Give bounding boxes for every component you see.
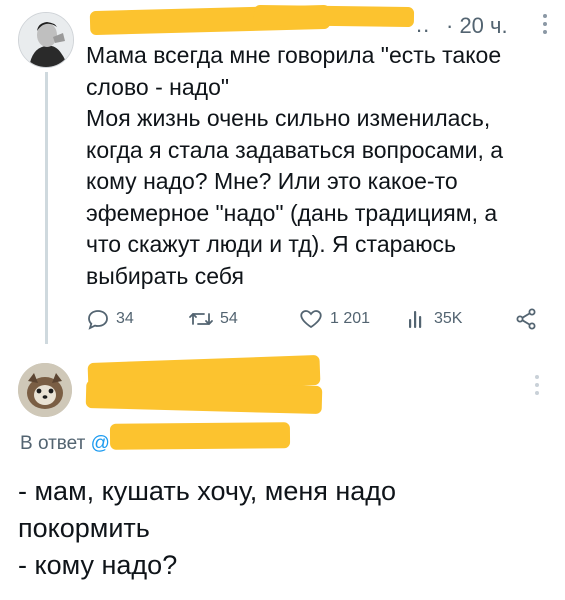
retweet-icon (189, 313, 213, 325)
tweet-text-line: Мама всегда мне говорила "есть такое (86, 42, 502, 68)
tweet-header: .. · 20 ч. (86, 4, 556, 40)
tweet-text-line: выбирать себя (86, 262, 244, 289)
more-icon[interactable] (542, 14, 548, 36)
reply-to-label: В ответ (20, 433, 86, 454)
like-button[interactable]: 1 201 (298, 305, 370, 333)
like-count: 1 201 (330, 310, 371, 327)
tweet-text-line: Моя жизнь очень сильно изменилась, (86, 105, 491, 131)
reply-count: 34 (116, 310, 134, 327)
tweet-text-line: слово - надо" (86, 73, 230, 100)
tweet-timestamp[interactable]: · 20 ч. (446, 13, 508, 39)
like-icon (300, 310, 322, 329)
views-icon (409, 311, 422, 328)
reply-text-line: - мам, кушать хочу, меня надо (18, 476, 397, 506)
reply-to-line: В ответ @ (20, 433, 110, 455)
tweet-text-line: эфемерное "надо" (дань традициям, а (86, 199, 498, 226)
reply-text-line: покормить (18, 513, 150, 543)
author-handle-tail: .. (416, 12, 431, 37)
reply-text: - мам, кушать хочу, меня надо покормить … (18, 473, 548, 584)
author-avatar[interactable] (18, 12, 74, 68)
tweet[interactable]: .. · 20 ч. Мама всегда мне говорила "ест… (0, 0, 565, 345)
redacted-reply-to-handle (109, 422, 291, 450)
tweet-text-line: что скажут люди и тд). Я стараюсь (86, 231, 456, 257)
tweet-text-line: когда я стала задаваться вопросами, а (86, 136, 504, 163)
redacted-reply-author-handle (85, 379, 323, 415)
tweet-text-line: кому надо? Мне? Или это какое-то (86, 168, 458, 194)
reply-icon (88, 310, 108, 330)
thread-line (45, 72, 48, 344)
retweet-button[interactable]: 54 (188, 305, 238, 333)
reply-button[interactable]: 34 (86, 305, 134, 333)
share-button[interactable] (514, 305, 538, 333)
tweet-text: Мама всегда мне говорила "есть такое сло… (86, 40, 541, 292)
reply-text-line: - кому надо? (18, 550, 178, 580)
views-count: 35K (434, 310, 463, 327)
views-button[interactable]: 35K (406, 305, 462, 333)
retweet-count: 54 (220, 310, 238, 327)
redacted-author-handle (253, 4, 415, 28)
tweet-actions: 34 54 1 201 35K (86, 305, 546, 333)
reply-author-avatar[interactable] (18, 363, 72, 417)
reply-more-icon[interactable] (534, 375, 540, 397)
share-icon (516, 308, 536, 330)
reply-to-handle[interactable]: @ (91, 433, 110, 454)
reply-tweet[interactable]: В ответ @ - мам, кушать хочу, меня надо … (0, 345, 565, 600)
